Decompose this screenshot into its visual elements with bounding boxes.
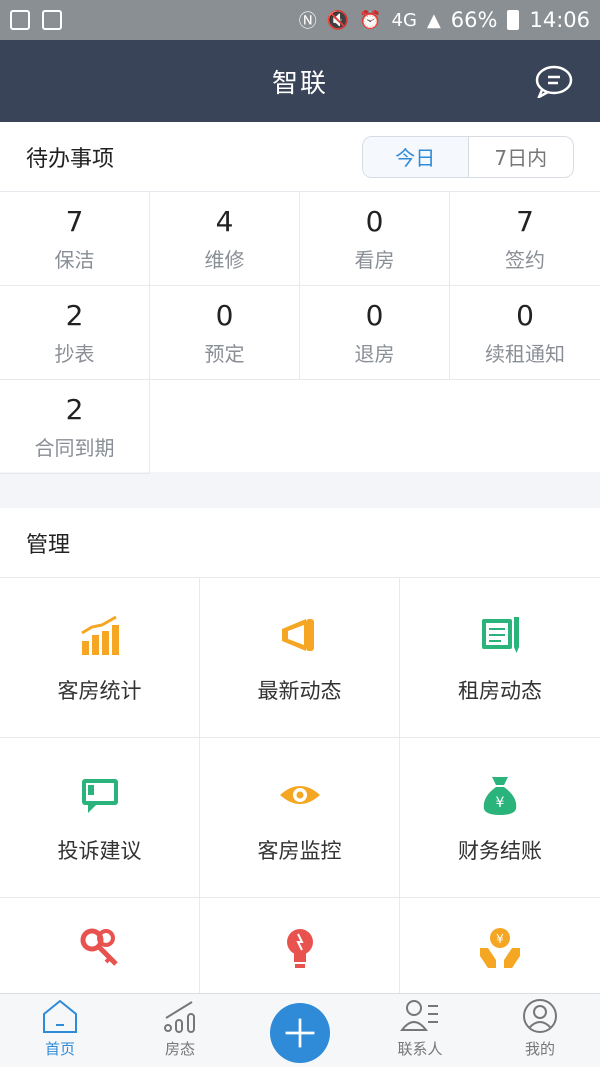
todo-label: 预定 [204,341,245,366]
lightbulb-icon [286,929,313,968]
feedback-icon [81,778,118,813]
todo-label: 续租通知 [485,341,565,366]
gallery-icon [10,10,30,30]
todo-label: 看房 [354,247,395,272]
todo-count: 0 [365,204,384,238]
alarm-icon: ⏰ [359,9,382,31]
manage-title: 管理 [0,508,600,578]
hands-money-icon: ¥ [480,928,520,968]
manage-hands-money[interactable]: ¥ [400,898,600,994]
signal-icon: ▲ [426,9,441,31]
tab-label: 联系人 [397,1040,443,1058]
tab-room-status[interactable]: 房态 [120,994,240,1067]
tab-profile[interactable]: 我的 [480,994,600,1067]
todo-label: 退房 [354,341,395,366]
manage-room-monitor[interactable]: 客房监控 [200,738,400,898]
todo-item-reservation[interactable]: 0 预定 [150,286,300,380]
tab-label: 首页 [44,1040,75,1058]
page-title: 智联 [271,68,328,99]
money-bag-icon: ¥ [483,776,517,815]
app-header: 智联 [0,40,600,122]
manage-label: 客房监控 [257,838,342,863]
manage-label: 财务结账 [458,838,542,863]
todo-title: 待办事项 [26,146,115,172]
todo-label: 抄表 [54,341,95,366]
todo-count: 0 [215,298,234,332]
todo-item-signing[interactable]: 7 签约 [450,192,600,286]
battery-icon [507,10,520,30]
manage-finance[interactable]: ¥ 财务结账 [400,738,600,898]
manage-lightbulb[interactable] [200,898,400,994]
todo-item-cleaning[interactable]: 7 保洁 [0,192,150,286]
recycle-icon [42,10,62,30]
svg-text:¥: ¥ [496,932,504,946]
status-bar: Ⓝ 🔇 ⏰ 4G ▲ 66% 14:06 [0,0,600,40]
period-toggle: 今日 7日内 [362,135,574,178]
todo-count: 7 [65,204,84,238]
todo-label: 维修 [204,247,245,272]
contacts-icon [400,1000,438,1031]
todo-header: 待办事项 今日 7日内 [0,122,600,192]
todo-label: 合同到期 [34,435,115,460]
home-icon [43,999,77,1033]
manage-keys[interactable] [0,898,200,994]
message-icon[interactable] [534,64,574,98]
todo-count: 2 [65,392,84,426]
tab-7days[interactable]: 7日内 [469,137,574,177]
document-pen-icon [482,616,519,653]
manage-rental-news[interactable]: 租房动态 [400,578,600,738]
todo-count: 7 [516,204,534,238]
battery-percent: 66% [450,8,498,32]
todo-count: 2 [65,298,84,332]
profile-icon [523,999,557,1033]
manage-panel: 管理 客房统计 最新动态 租房动态 投诉建议 客房监控 ¥ 财务结账 ¥ [0,508,600,994]
todo-item-viewing[interactable]: 0 看房 [300,192,450,286]
manage-label: 租房动态 [458,678,542,703]
network-type: 4G [391,9,417,31]
manage-latest-news[interactable]: 最新动态 [200,578,400,738]
tab-label: 房态 [164,1040,195,1058]
tab-today[interactable]: 今日 [363,136,469,177]
todo-count: 0 [516,298,534,332]
clock: 14:06 [529,8,590,32]
megaphone-icon [281,618,314,651]
tab-home[interactable]: 首页 [0,994,120,1067]
manage-complaints[interactable]: 投诉建议 [0,738,200,898]
manage-label: 投诉建议 [57,838,142,863]
svg-text:¥: ¥ [496,795,505,811]
add-button[interactable] [270,1003,330,1063]
plus-icon [285,1018,315,1048]
keys-icon [80,928,118,966]
todo-label: 保洁 [54,247,95,272]
room-status-icon [164,1001,195,1033]
bar-chart-icon [80,615,119,655]
todo-label: 签约 [505,247,545,272]
manage-label: 客房统计 [57,678,142,703]
manage-label: 最新动态 [257,678,342,703]
todo-item-meter-reading[interactable]: 2 抄表 [0,286,150,380]
todo-panel: 待办事项 今日 7日内 7 保洁 4 维修 0 看房 7 签约 2 抄表 0 预定 0 退房 … [0,122,600,474]
manage-room-stats[interactable]: 客房统计 [0,578,200,738]
nfc-icon: Ⓝ [298,11,317,32]
todo-item-contract-expiry[interactable]: 2 合同到期 [0,380,150,474]
mute-icon: 🔇 [326,9,350,31]
bottom-tab-bar: 首页 房态 联系人 我的 [0,993,600,1067]
todo-item-repair[interactable]: 4 维修 [150,192,300,286]
tab-contacts[interactable]: 联系人 [360,994,480,1067]
todo-count: 0 [365,298,384,332]
eye-icon [279,785,320,804]
todo-item-checkout[interactable]: 0 退房 [300,286,450,380]
todo-count: 4 [215,204,234,238]
todo-item-renewal-notice[interactable]: 0 续租通知 [450,286,600,380]
todo-grid: 7 保洁 4 维修 0 看房 7 签约 2 抄表 0 预定 0 退房 0 续租通知 2 合同到期 [0,192,600,474]
manage-grid: 客房统计 最新动态 租房动态 投诉建议 客房监控 ¥ 财务结账 ¥ [0,578,600,994]
tab-label: 我的 [524,1040,555,1058]
